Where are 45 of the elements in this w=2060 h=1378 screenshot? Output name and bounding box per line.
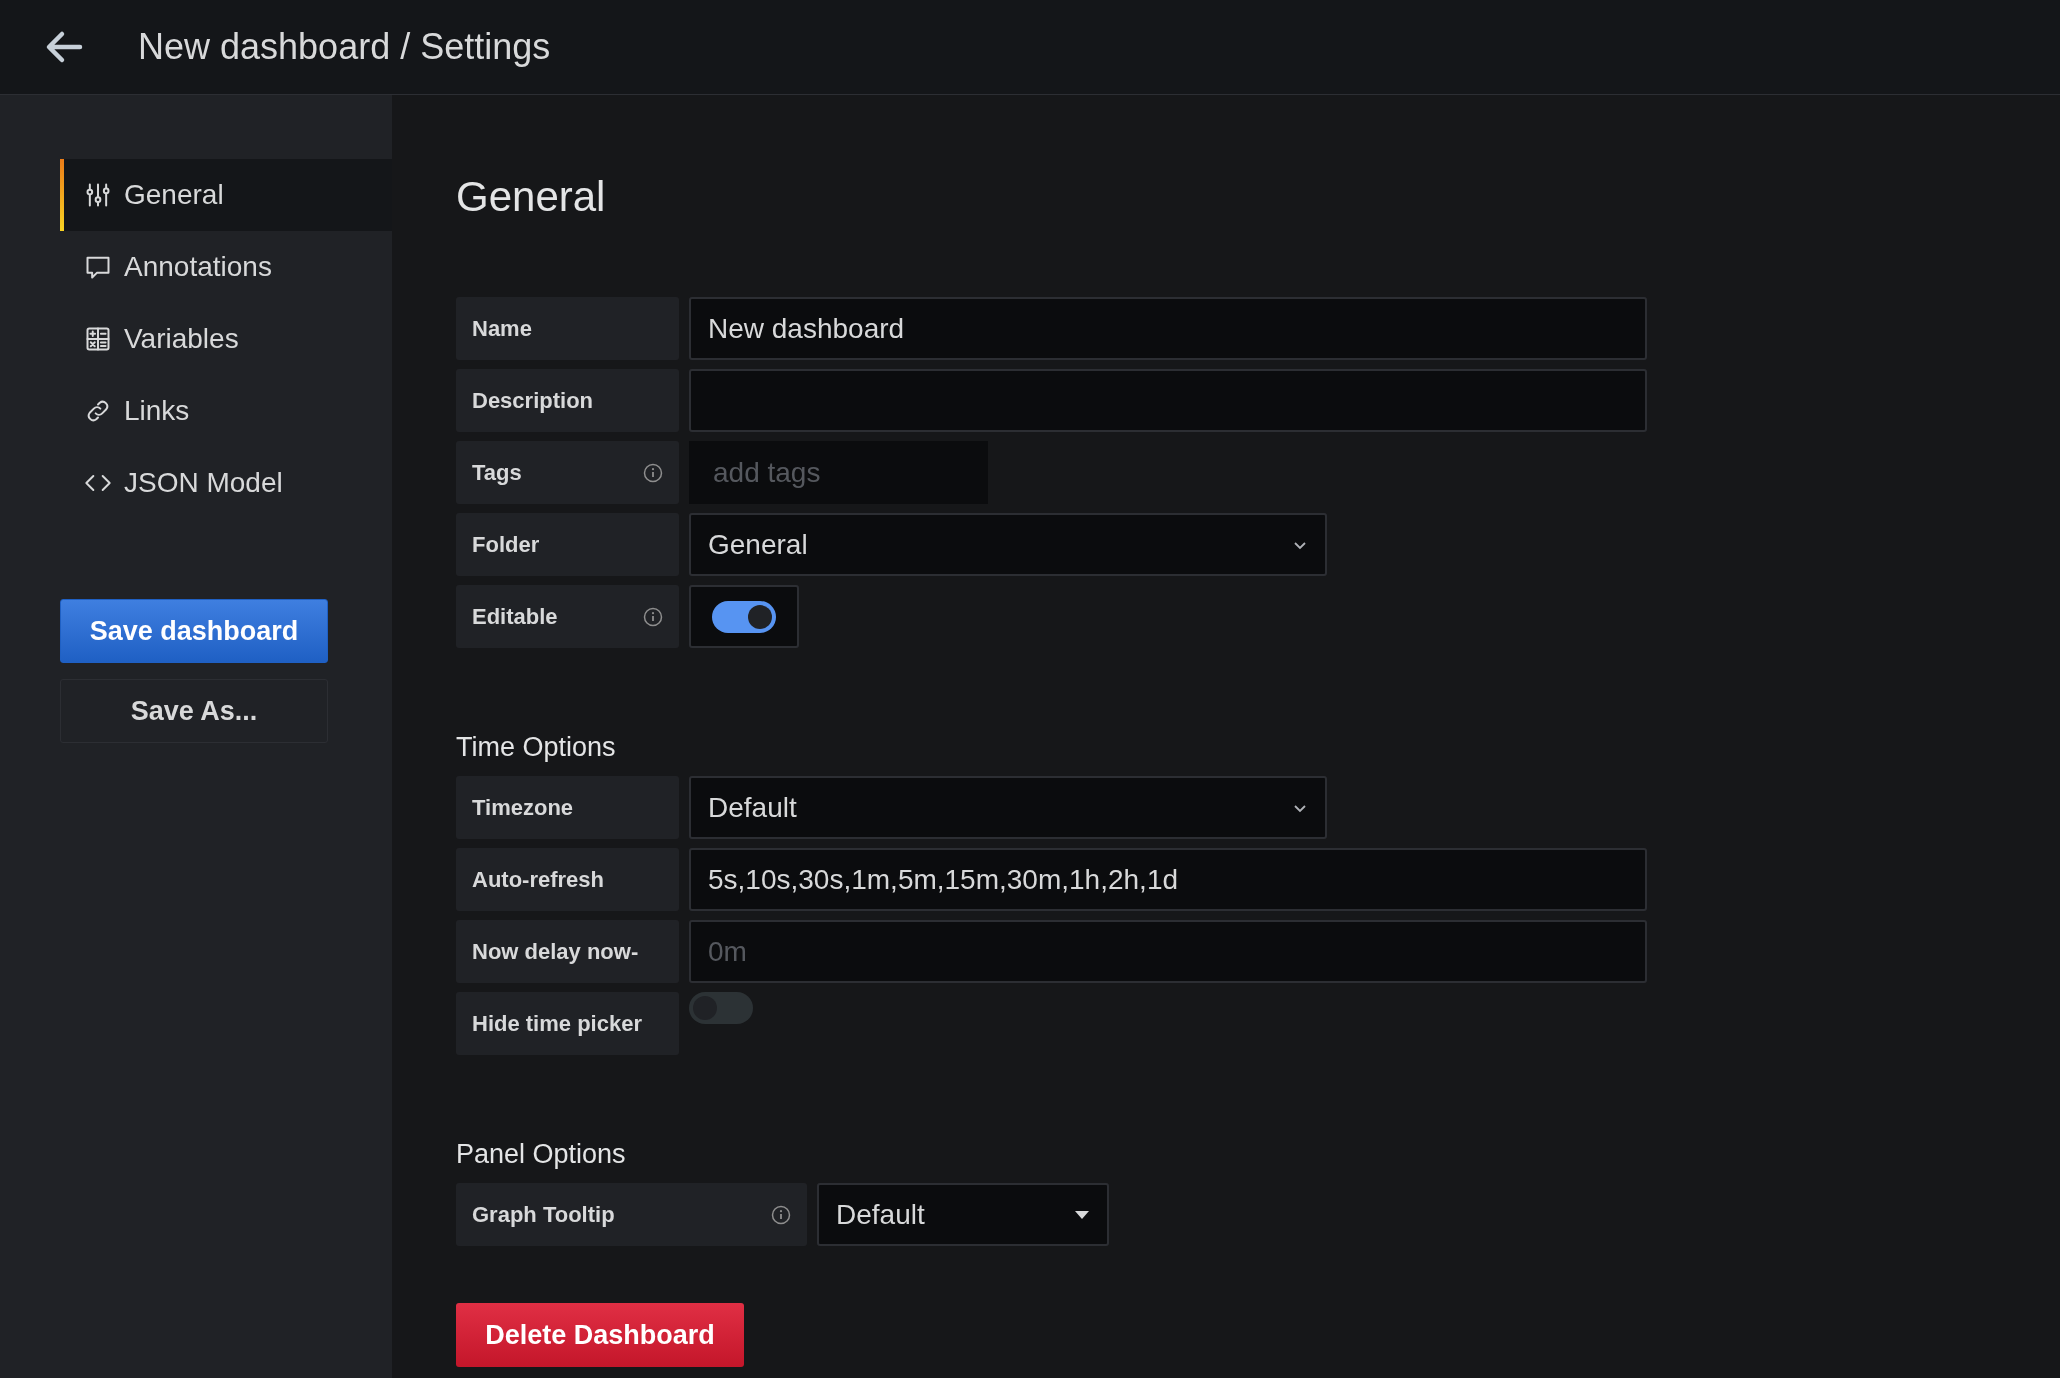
- section-heading: General: [456, 173, 607, 221]
- arrow-left-icon: [44, 29, 84, 65]
- sidebar-item[interactable]: Links: [60, 375, 392, 447]
- group-heading: Panel Options: [456, 1139, 627, 1170]
- select-field[interactable]: Default: [817, 1183, 1109, 1246]
- info-icon: [643, 606, 663, 627]
- caret-down-icon: [1074, 1209, 1090, 1220]
- sidebar-item[interactable]: Annotations: [60, 231, 392, 303]
- toggle-switch[interactable]: [712, 600, 776, 633]
- toggle-switch[interactable]: [689, 992, 753, 1024]
- label-text: Folder: [472, 531, 540, 558]
- sidebar-item[interactable]: Variables: [60, 303, 392, 375]
- tags-field[interactable]: add tags: [689, 441, 988, 504]
- sidebar-item-label: JSON Model: [124, 467, 283, 499]
- label-text: Timezone: [472, 794, 574, 821]
- label-text: Now delay now-: [472, 938, 639, 965]
- back-button[interactable]: [44, 29, 84, 65]
- text-field[interactable]: 5s,10s,30s,1m,5m,15m,30m,1h,2h,1d: [689, 848, 1647, 911]
- label-text: Graph Tooltip: [472, 1201, 615, 1228]
- sidebar-item-label: General: [124, 179, 224, 211]
- save-as-button[interactable]: Save As...: [60, 679, 328, 743]
- page-title: New dashboard / Settings: [138, 26, 551, 68]
- label-text: Hide time picker: [472, 1010, 642, 1037]
- label-text: Name: [472, 315, 532, 342]
- info-icon: [771, 1204, 791, 1225]
- label-text: Tags: [472, 459, 522, 486]
- delete-button[interactable]: Delete Dashboard: [456, 1303, 744, 1367]
- text-field[interactable]: [689, 369, 1647, 432]
- select-field[interactable]: General: [689, 513, 1327, 576]
- sliders-icon: [84, 181, 112, 209]
- group-heading: Time Options: [456, 732, 617, 763]
- select-field[interactable]: Default: [689, 776, 1327, 839]
- text-field[interactable]: 0m: [689, 920, 1647, 983]
- label-text: Editable: [472, 603, 558, 630]
- calculator-icon: [84, 325, 112, 353]
- sidebar-item[interactable]: JSON Model: [60, 447, 392, 519]
- label-text: Auto-refresh: [472, 866, 604, 893]
- info-icon: [643, 462, 663, 483]
- text-field[interactable]: New dashboard: [689, 297, 1647, 360]
- label-text: Description: [472, 387, 594, 414]
- sidebar-item-label: Annotations: [124, 251, 272, 283]
- save-button[interactable]: Save dashboard: [60, 599, 328, 663]
- sidebar-item-label: Links: [124, 395, 190, 427]
- sidebar-item-label: Variables: [124, 323, 239, 355]
- sidebar-item[interactable]: General: [60, 159, 392, 231]
